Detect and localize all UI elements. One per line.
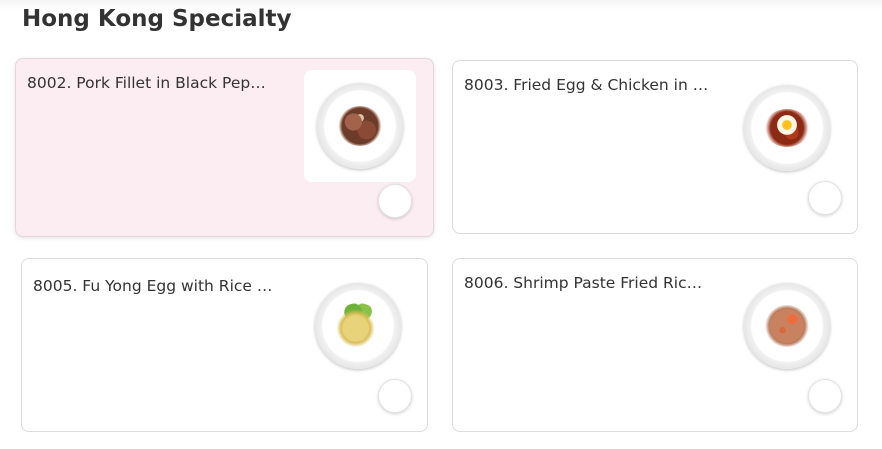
menu-item-image [302,270,414,382]
menu-item-card[interactable]: 8006. Shrimp Paste Fried Rice in... [452,258,858,432]
menu-item-card[interactable]: 8002. Pork Fillet in Black Peppe... [15,58,434,237]
menu-item-name: 8006. Shrimp Paste Fried Rice in... [464,274,709,292]
menu-item-card[interactable]: 8003. Fried Egg & Chicken in To... [452,60,858,234]
menu-item-name: 8003. Fried Egg & Chicken in To... [464,76,709,94]
fu-yong-egg-dish [315,283,401,369]
menu-item-card[interactable]: 8005. Fu Yong Egg with Rice 芙... [21,258,428,432]
menu-page: Hong Kong Specialty 8002. Pork Fillet in… [0,0,882,449]
menu-item-image [731,270,843,382]
menu-item-image [304,70,416,182]
add-to-cart-button[interactable] [808,379,842,413]
add-to-cart-button[interactable] [808,181,842,215]
pork-fillet-dish [317,83,403,169]
add-to-cart-button[interactable] [378,184,412,218]
shrimp-paste-fried-rice-dish [744,283,830,369]
add-to-cart-button[interactable] [378,379,412,413]
menu-item-image [731,72,843,184]
fried-egg-chicken-dish [744,85,830,171]
section-title: Hong Kong Specialty [22,6,292,32]
menu-item-name: 8002. Pork Fillet in Black Peppe... [27,74,272,92]
menu-item-name: 8005. Fu Yong Egg with Rice 芙... [33,277,278,295]
